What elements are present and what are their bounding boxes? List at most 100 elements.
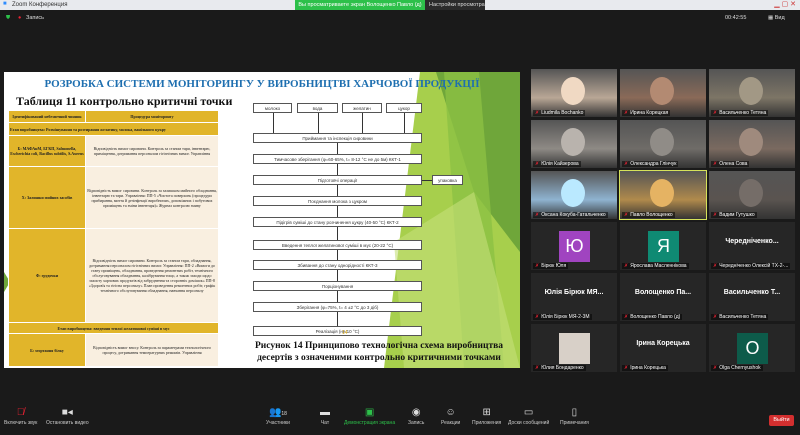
- meeting-toolbar: 🎙̸ Включить звук ■◂ Остановить видео 👥18 Уч…: [0, 403, 800, 435]
- participant-display-name: Юлія Бірюк МЯ...: [544, 289, 604, 296]
- participant-tile[interactable]: ✗ Олександра Глінчук: [620, 120, 706, 168]
- view-options-button[interactable]: Настройки просмотра ▾: [425, 0, 485, 18]
- flow-arrow: [337, 270, 338, 281]
- participant-tile[interactable]: Я ✗ Ярослава Масленнікова: [620, 222, 706, 270]
- participant-tile[interactable]: О ✗ Olga Chernyushok: [709, 324, 795, 372]
- participant-name-tag: ✗ Васильченко Тетяна: [711, 110, 769, 116]
- meeting-topbar: ⛊ ● Запись 00:42:55 ▦ Вид: [0, 10, 800, 26]
- notes-button[interactable]: ▯ Примечания: [560, 407, 589, 426]
- participant-name-tag: ✗ Вадим Гутушко: [711, 212, 757, 218]
- flow-arrow: [317, 113, 319, 133]
- view-options-label: Настройки просмотра: [429, 2, 485, 8]
- page-number: 14: [342, 330, 348, 336]
- participant-name: Liudmila Bochanko: [541, 110, 584, 116]
- flow-step-box: Зберігання (φ=75%, t= 4 ±2 °С до 3 діб): [253, 302, 422, 312]
- table-row: Ф: грудочки Відповідність вимог сировини.…: [8, 228, 219, 323]
- window-controls[interactable]: ▁ ▢ ✕: [774, 0, 796, 8]
- flow-step-box: Тимчасове зберігання (φ=60-65%, t= 8-12 …: [253, 154, 422, 164]
- participant-name-tag: ✗ Олександра Глінчук: [622, 161, 679, 167]
- table-title: Таблиця 11 контрольно критичні точки: [16, 94, 233, 108]
- reactions-icon: ☺: [445, 407, 456, 418]
- participant-name: Ірина Корецька: [630, 365, 666, 371]
- record-icon: ●: [18, 15, 22, 21]
- apps-label: Приложения: [472, 420, 502, 426]
- stop-video-button[interactable]: ■◂ Остановить видео: [46, 407, 89, 426]
- apps-button[interactable]: ⊞ Приложения: [472, 407, 501, 426]
- stage-row: Етап виробництва: введення теплої желати…: [8, 322, 219, 334]
- timer: 00:42:55: [725, 15, 747, 21]
- participant-tile[interactable]: ✗ Юлия Бондаренко: [531, 324, 617, 372]
- participants-count: 18: [281, 411, 287, 417]
- reactions-button[interactable]: ☺ Реакции: [441, 407, 460, 426]
- chat-icon: ▬: [320, 407, 330, 418]
- whiteboard-button[interactable]: ▭ Доски сообщений: [508, 407, 549, 426]
- muted-mic-icon: ✗: [624, 110, 629, 116]
- participant-tile[interactable]: ✗ Юлія Кайзерова: [531, 120, 617, 168]
- participant-tile[interactable]: ✗ Вадим Гутушко: [709, 171, 795, 219]
- hazard-cell: Б: МАФАнМ, БГКП, Salmonella, Escherichia…: [8, 135, 86, 167]
- reactions-label: Реакции: [441, 420, 461, 426]
- participant-name-tag: ✗ Юлія Бірюк МЯ-2-3М: [533, 314, 592, 320]
- participant-name: Васильченко Тетяна: [719, 314, 767, 320]
- participant-name-tag: ✗ Волощенко Павло (д): [622, 314, 683, 320]
- view-button[interactable]: ▦ Вид: [768, 10, 785, 26]
- hazard-cell: Х: Залишки мийних засобів: [8, 166, 86, 229]
- participant-tile[interactable]: ✗ Ирина Корецкая: [620, 69, 706, 117]
- flow-input-box: вода: [297, 103, 338, 113]
- participant-tile[interactable]: Чередніченко... ✗ Чередніченко Олексій ТХ-…: [709, 222, 795, 270]
- flow-input-box: молоко: [253, 103, 292, 113]
- leave-button[interactable]: Выйти: [769, 415, 794, 426]
- participant-name: Васильченко Тетяна: [719, 110, 767, 116]
- notes-label: Примечания: [560, 420, 589, 426]
- participant-name-tag: ✗ Ярослава Масленнікова: [622, 263, 689, 269]
- table-row: Б: згортання білку Відповідність вимог вн…: [8, 333, 219, 367]
- participant-name: Юлія Бірюк МЯ-2-3М: [541, 314, 590, 320]
- participant-tile[interactable]: Васильченко Т... ✗ Васильченко Тетяна: [709, 273, 795, 321]
- participant-display-name: Чередніченко...: [725, 238, 779, 245]
- muted-mic-icon: ✗: [535, 212, 540, 218]
- flow-arrow: [337, 185, 338, 196]
- participant-tile[interactable]: ✗ Оксана Кокуба-Гатальченко: [531, 171, 617, 219]
- shield-icon: ⛊: [6, 15, 11, 21]
- flow-step-box: Порціонування: [253, 281, 422, 291]
- participants-button[interactable]: 👥18 Участники: [266, 407, 290, 426]
- flow-step-box: Приймання та інспекція сировини: [253, 133, 422, 143]
- participant-name-tag: ✗ Юлія Кайзерова: [533, 161, 581, 167]
- flow-arrow: [337, 291, 338, 302]
- participant-tile[interactable]: Ю ✗ Бірюк Юля: [531, 222, 617, 270]
- participant-tile[interactable]: ✗ Liudmila Bochanko: [531, 69, 617, 117]
- muted-mic-icon: ✗: [713, 263, 718, 269]
- participant-name: Бірюк Юля: [541, 263, 567, 269]
- flow-side-box: упаковка: [432, 175, 463, 185]
- muted-mic-icon: ✗: [535, 314, 540, 320]
- participant-name-tag: ✗ Васильченко Тетяна: [711, 314, 769, 320]
- participant-name-tag: ✗ Ірина Корецька: [622, 365, 668, 371]
- participant-tile[interactable]: ✗ Олена Сова: [709, 120, 795, 168]
- participant-name: Волощенко Павло (д): [630, 314, 681, 320]
- participant-name: Оксана Кокуба-Гатальченко: [541, 212, 606, 218]
- participant-name-tag: ✗ Оксана Кокуба-Гатальченко: [533, 212, 608, 218]
- participant-name: Павло Волощенко: [630, 212, 673, 218]
- participant-tile[interactable]: Ірина Корецька ✗ Ірина Корецька: [620, 324, 706, 372]
- chat-button[interactable]: ▬ Чат: [320, 407, 330, 426]
- flow-step-box: Підготовчі операції: [253, 175, 422, 185]
- participant-name: Олена Сова: [719, 161, 748, 167]
- record-button[interactable]: ◉ Запись: [408, 407, 424, 426]
- avatar: Ю: [559, 231, 590, 262]
- procedure-cell: Відповідність вимог сировини. Контроль з…: [85, 228, 219, 323]
- muted-mic-icon: ✗: [713, 161, 718, 167]
- participant-tile[interactable]: Юлія Бірюк МЯ... ✗ Юлія Бірюк МЯ-2-3М: [531, 273, 617, 321]
- flow-step-box: Поєднання молока з цукром: [253, 196, 422, 206]
- participant-name: Olga Chernyushok: [719, 365, 761, 371]
- participant-tile[interactable]: Волощенко Па... ✗ Волощенко Павло (д): [620, 273, 706, 321]
- unmute-button[interactable]: 🎙̸ Включить звук: [4, 407, 37, 426]
- participant-name-tag: ✗ Павло Волощенко: [622, 212, 675, 218]
- participant-name: Юлия Бондаренко: [541, 365, 584, 371]
- participant-tile[interactable]: ✗ Васильченко Тетяна: [709, 69, 795, 117]
- record-icon: ◉: [411, 407, 421, 418]
- stage-row: Етап виробництва: Розмішування та розтир…: [8, 122, 219, 136]
- share-screen-button[interactable]: ▣ Демонстрация экрана: [344, 407, 395, 426]
- muted-mic-icon: ✗: [624, 314, 629, 320]
- participant-tile[interactable]: ✗ Павло Волощенко: [619, 170, 707, 220]
- flow-input-box: желатин: [342, 103, 382, 113]
